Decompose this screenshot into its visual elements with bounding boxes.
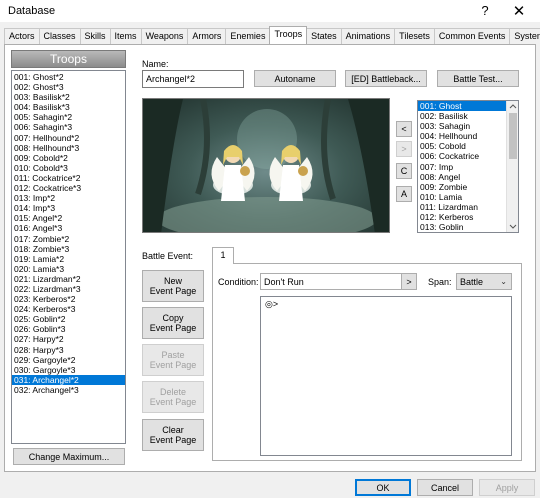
add-enemy-button[interactable]: <	[396, 121, 412, 137]
troop-list-item[interactable]: 012: Cockatrice*3	[12, 183, 125, 193]
troop-list-item[interactable]: 029: Gargoyle*2	[12, 355, 125, 365]
troop-list-item[interactable]: 018: Zombie*3	[12, 244, 125, 254]
tab-troops[interactable]: Troops	[269, 26, 308, 44]
clear-enemies-button[interactable]: C	[396, 163, 412, 179]
troop-list-item[interactable]: 030: Gargoyle*3	[12, 365, 125, 375]
span-select[interactable]: Battle ⌄	[456, 273, 512, 290]
troop-list-item[interactable]: 024: Kerberos*3	[12, 304, 125, 314]
troop-list-item[interactable]: 019: Lamia*2	[12, 254, 125, 264]
enemy-list-scrollbar[interactable]	[506, 101, 518, 232]
troop-list-item[interactable]: 023: Kerberos*2	[12, 294, 125, 304]
enemy-list-item[interactable]: 010: Lamia	[418, 192, 518, 202]
troop-list-item[interactable]: 022: Lizardman*3	[12, 284, 125, 294]
event-command-list[interactable]: ◎>	[260, 296, 512, 456]
command-line[interactable]: ◎>	[265, 299, 507, 310]
troop-list-item[interactable]: 031: Archangel*2	[12, 374, 125, 385]
tab-classes[interactable]: Classes	[38, 28, 81, 44]
cancel-button[interactable]: Cancel	[417, 479, 473, 496]
close-button[interactable]: ✕	[510, 2, 528, 20]
help-button[interactable]: ?	[478, 3, 492, 18]
troop-list-item[interactable]: 016: Angel*3	[12, 223, 125, 233]
enemy-list-item[interactable]: 003: Sahagin	[418, 121, 518, 131]
battle-test-button[interactable]: Battle Test...	[437, 70, 519, 87]
enemy-list-item[interactable]: 011: Lizardman	[418, 202, 518, 212]
tab-weapons[interactable]: Weapons	[140, 28, 189, 44]
window-title: Database	[8, 5, 56, 17]
troop-list-item[interactable]: 020: Lamia*3	[12, 264, 125, 274]
troop-list-item[interactable]: 021: Lizardman*2	[12, 274, 125, 284]
troop-list-item[interactable]: 003: Basilisk*2	[12, 92, 125, 102]
troop-list-item[interactable]: 006: Sahagin*3	[12, 122, 125, 132]
troop-list[interactable]: 001: Ghost*2 002: Ghost*3 003: Basilisk*2 0…	[11, 70, 126, 444]
battle-event-label: Battle Event:	[142, 251, 194, 261]
enemy-list-item[interactable]: 013: Goblin	[418, 222, 518, 232]
apply-button[interactable]: Apply	[479, 479, 535, 496]
tab-animations[interactable]: Animations	[340, 28, 396, 44]
tab-skills[interactable]: Skills	[79, 28, 111, 44]
enemy-list-item[interactable]: 009: Zombie	[418, 182, 518, 192]
battleback-image	[143, 99, 389, 232]
condition-button[interactable]: >	[401, 273, 417, 290]
troop-list-item[interactable]: 005: Sahagin*2	[12, 112, 125, 122]
enemy-list-item[interactable]: 006: Cockatrice	[418, 151, 518, 161]
troop-list-item[interactable]: 007: Hellhound*2	[12, 133, 125, 143]
troops-header: Troops	[11, 50, 126, 68]
title-bar: Database ? ✕	[0, 0, 540, 22]
database-tabs: Actors Classes Skills Items Weapons Armors Ene…	[4, 26, 540, 44]
battleback-button[interactable]: [ED] Battleback...	[345, 70, 427, 87]
tab-enemies[interactable]: Enemies	[225, 28, 271, 44]
span-label: Span:	[428, 277, 452, 287]
troop-list-item[interactable]: 026: Goblin*3	[12, 324, 125, 334]
delete-event-page-button[interactable]: Delete Event Page	[142, 381, 204, 413]
tab-common-events[interactable]: Common Events	[433, 28, 511, 44]
autoname-button[interactable]: Autoname	[254, 70, 336, 87]
condition-field[interactable]: Don't Run	[260, 273, 402, 290]
troop-list-item[interactable]: 025: Goblin*2	[12, 314, 125, 324]
enemy-list-item[interactable]: 012: Kerberos	[418, 212, 518, 222]
troop-list-item[interactable]: 028: Harpy*3	[12, 345, 125, 355]
troop-list-item[interactable]: 027: Harpy*2	[12, 334, 125, 344]
enemy-list-item[interactable]: 008: Angel	[418, 172, 518, 182]
clear-event-page-button[interactable]: Clear Event Page	[142, 419, 204, 451]
tab-system[interactable]: System	[509, 28, 540, 44]
remove-enemy-button[interactable]: >	[396, 141, 412, 157]
troop-list-item[interactable]: 015: Angel*2	[12, 213, 125, 223]
align-enemies-button[interactable]: A	[396, 186, 412, 202]
troop-list-item[interactable]: 002: Ghost*3	[12, 82, 125, 92]
change-maximum-button[interactable]: Change Maximum...	[13, 448, 125, 465]
new-event-page-button[interactable]: New Event Page	[142, 270, 204, 302]
span-select-value: Battle	[460, 277, 484, 287]
enemy-list-item[interactable]: 005: Cobold	[418, 141, 518, 151]
condition-label: Condition:	[218, 277, 259, 287]
name-field[interactable]: Archangel*2	[142, 70, 244, 88]
tab-actors[interactable]: Actors	[4, 28, 40, 44]
troop-list-item[interactable]: 009: Cobold*2	[12, 153, 125, 163]
enemy-list-item[interactable]: 002: Basilisk	[418, 111, 518, 121]
tab-states[interactable]: States	[306, 28, 342, 44]
chevron-down-icon: ⌄	[500, 277, 507, 286]
troop-list-item[interactable]: 001: Ghost*2	[12, 72, 125, 82]
troop-list-item[interactable]: 008: Hellhound*3	[12, 143, 125, 153]
ok-button[interactable]: OK	[355, 479, 411, 496]
troop-list-item[interactable]: 013: Imp*2	[12, 193, 125, 203]
scrollbar-arrows	[509, 104, 517, 229]
battle-preview[interactable]	[142, 98, 390, 233]
troop-list-item[interactable]: 011: Cockatrice*2	[12, 173, 125, 183]
paste-event-page-button[interactable]: Paste Event Page	[142, 344, 204, 376]
enemy-list-item[interactable]: 001: Ghost	[418, 101, 518, 112]
tab-tilesets[interactable]: Tilesets	[394, 28, 435, 44]
copy-event-page-button[interactable]: Copy Event Page	[142, 307, 204, 339]
troop-list-item[interactable]: 017: Zombie*2	[12, 234, 125, 244]
tab-items[interactable]: Items	[109, 28, 142, 44]
troop-list-item[interactable]: 004: Basilisk*3	[12, 102, 125, 112]
enemy-list-item[interactable]: 004: Hellhound	[418, 131, 518, 141]
enemy-list-item[interactable]: 007: Imp	[418, 162, 518, 172]
troop-list-item[interactable]: 032: Archangel*3	[12, 385, 125, 395]
troop-list-item[interactable]: 014: Imp*3	[12, 203, 125, 213]
enemy-list[interactable]: 001: Ghost 002: Basilisk 003: Sahagin 004: …	[417, 100, 519, 233]
name-label: Name:	[142, 59, 169, 69]
tab-page-1[interactable]: 1	[212, 247, 234, 264]
troop-list-item[interactable]: 010: Cobold*3	[12, 163, 125, 173]
tab-armors[interactable]: Armors	[187, 28, 227, 44]
